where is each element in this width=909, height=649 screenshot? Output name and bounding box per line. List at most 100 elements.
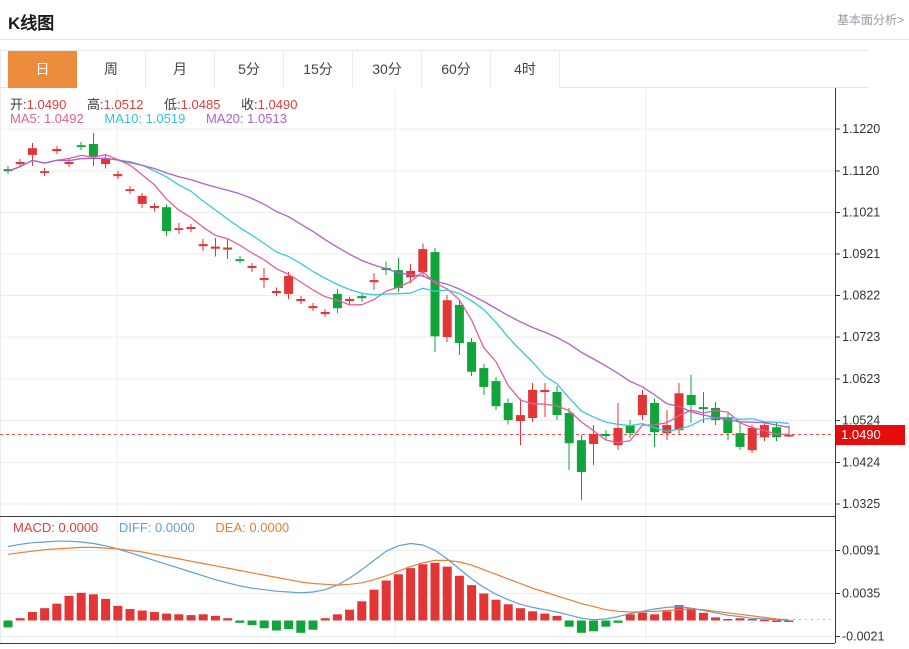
macd-bar [723,619,732,621]
candle-body [589,434,598,444]
axis-label: 1.0325 [842,497,880,511]
candle-body [187,227,196,229]
tab-daily[interactable]: 日 [8,51,77,88]
macd-bar [296,621,305,633]
candle-body [540,390,549,392]
fundamental-analysis-link[interactable]: 基本面分析> [837,11,904,28]
macd-bar [4,621,13,628]
candle-body [223,248,232,250]
candle-body [711,408,720,420]
candle-body [113,174,122,176]
macd-bar [235,621,244,623]
macd-bar [199,614,208,620]
macd-bar [675,605,684,620]
macd-bar [382,581,391,621]
macd-bar [650,614,659,620]
candle-body [516,415,525,421]
macd-bar [455,576,464,621]
candle-body [638,395,647,415]
tab-monthly[interactable]: 月 [146,51,215,88]
candle-body [65,162,74,164]
dea-value: DEA: 0.0000 [215,520,289,535]
candle-body [553,392,562,415]
macd-bar [406,568,415,620]
macd-value: MACD: 0.0000 [13,520,98,535]
candle-body [650,403,659,432]
axis-label: 1.1021 [842,205,880,219]
candle-body [345,299,354,301]
macd-bar [174,614,183,620]
axis-label: 1.1220 [842,122,880,136]
tabbar-filler [560,51,868,87]
macd-bar [687,608,696,620]
kline-widget: 1.12201.11201.10211.09211.08221.07231.06… [0,0,909,649]
macd-bar [662,611,671,620]
candle-body [357,296,366,298]
candle-body [211,247,220,249]
macd-bar [394,574,403,620]
tab-30min[interactable]: 30分 [353,51,422,88]
axis-label: 1.0623 [842,372,880,386]
tab-60min[interactable]: 60分 [422,51,491,88]
candle-body [370,280,379,282]
ma5-line [8,155,789,443]
macd-bar [309,621,318,630]
candle-body [662,425,671,433]
candle-body [382,268,391,270]
axis-label: 1.0424 [842,455,880,469]
macd-bar [504,604,513,620]
candle-body [675,393,684,430]
macd-bar [65,596,74,621]
macd-bar [272,621,281,631]
page-title: K线图 [8,9,54,34]
macd-bar [516,608,525,620]
macd-bar [565,621,574,627]
macd-bar [357,601,366,620]
tab-4hour[interactable]: 4时 [491,51,560,88]
candle-body [235,259,244,261]
macd-bar [601,621,610,627]
macd-bar [479,594,488,621]
period-tabbar: 日 周 月 5分 15分 30分 60分 4时 [0,50,868,88]
candle-body [723,417,732,433]
candle-body [162,207,171,231]
candle-body [16,162,25,164]
tab-weekly[interactable]: 周 [77,51,146,88]
macd-bar [28,612,37,621]
candle-body [736,433,745,447]
candle-body [455,305,464,343]
axis-label: 1.0723 [842,330,880,344]
macd-bar [89,594,98,620]
macd-bar [77,593,86,621]
ma-legend: MA5: 1.0492 MA10: 1.0519 MA20: 1.0513 [10,111,304,126]
candle-body [528,390,537,418]
candle-body [40,171,49,173]
candle-body [89,144,98,157]
candle-body [272,291,281,293]
candle-body [296,299,305,301]
macd-bar [784,621,793,623]
candle-body [284,276,293,294]
candle-body [565,413,574,443]
candle-body [418,249,427,272]
macd-bar [443,567,452,621]
axis-label: 1.0822 [842,289,880,303]
candle-body [772,427,781,437]
macd-bar [138,611,147,621]
macd-bar [772,621,781,623]
candle-body [126,189,135,191]
macd-bar [52,604,61,621]
macd-bar [370,590,379,621]
macd-bar [113,606,122,621]
candle-body [150,206,159,208]
tab-15min[interactable]: 15分 [284,51,353,88]
macd-bar [187,615,196,620]
tab-5min[interactable]: 5分 [215,51,284,88]
macd-bar [528,611,537,620]
axis-label: 0.0035 [842,587,880,601]
macd-bar [711,617,720,620]
ma10-line [8,158,789,431]
macd-bar [162,614,171,621]
macd-bar [248,621,257,626]
macd-bar [699,613,708,621]
